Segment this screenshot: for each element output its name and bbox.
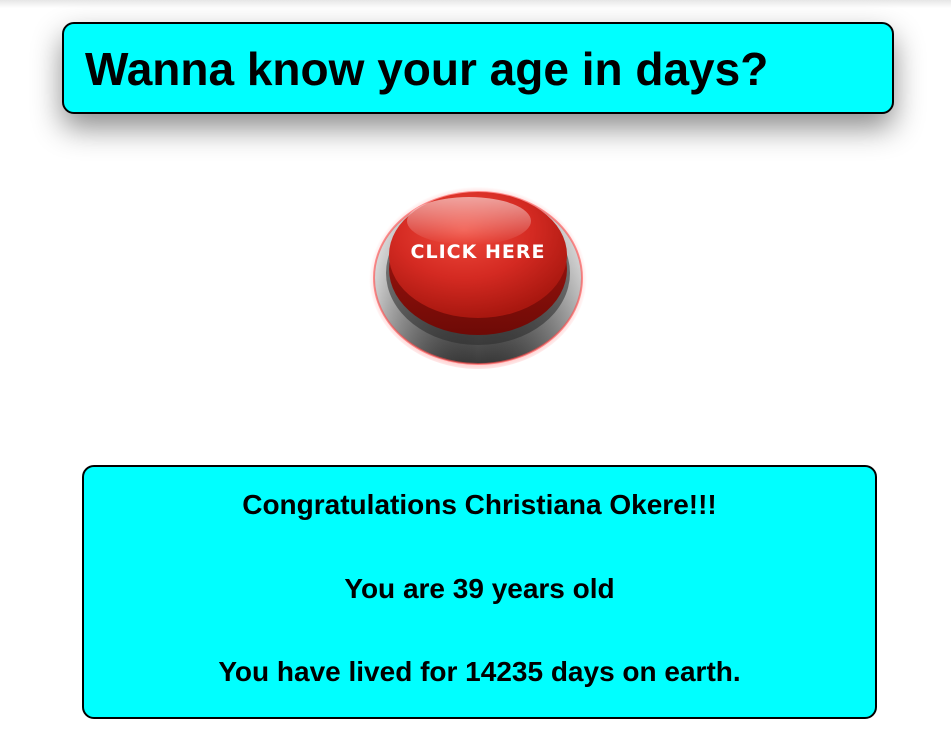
top-edge-shade bbox=[0, 0, 951, 8]
title-card: Wanna know your age in days? bbox=[62, 22, 894, 114]
age-days-text: You have lived for 14235 days on earth. bbox=[218, 656, 741, 687]
click-here-button[interactable]: CLICK HERE bbox=[369, 183, 587, 369]
page-title: Wanna know your age in days? bbox=[85, 43, 769, 95]
click-here-label: CLICK HERE bbox=[411, 241, 546, 263]
age-years-text: You are 39 years old bbox=[344, 573, 615, 604]
red-push-button-icon: CLICK HERE bbox=[369, 183, 587, 369]
congratulations-message: Congratulations Christiana Okere!!! bbox=[242, 489, 717, 520]
result-card: Congratulations Christiana Okere!!! You … bbox=[82, 465, 877, 719]
